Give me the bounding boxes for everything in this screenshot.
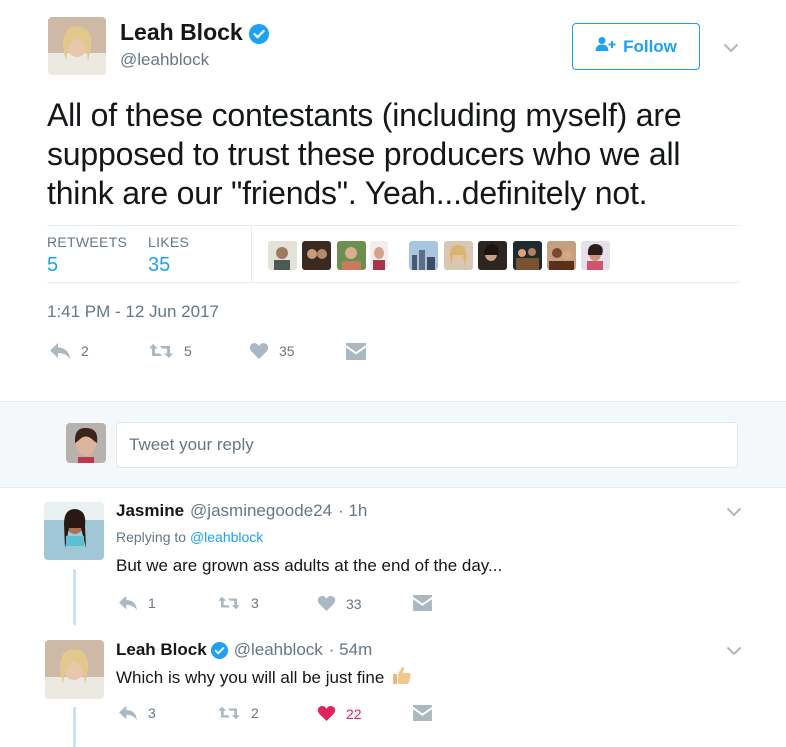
thumbs-up-emoji-icon [392,665,412,690]
reply-menu-chevron-down-icon[interactable] [726,646,742,656]
reply-placeholder: Tweet your reply [129,435,254,454]
liker-avatar[interactable] [302,241,331,270]
replying-to-handle[interactable]: @leahblock [190,529,263,545]
retweets-label: RETWEETS [47,234,128,250]
retweet-count: 2 [251,705,259,721]
reply-time: · 1h [338,501,368,520]
retweets-stat[interactable]: RETWEETS 5 [47,234,127,277]
reply-text: Which is why you will all be just fine [116,667,385,687]
liker-avatar[interactable] [547,241,576,270]
liker-avatar[interactable] [409,241,438,270]
like-action-liked[interactable]: 22 [317,705,362,722]
direct-message-action[interactable] [413,705,432,721]
retweet-count: 3 [251,595,259,611]
direct-message-action[interactable] [413,595,432,611]
reply-author-name: Leah Block [116,640,207,659]
reply-count: 2 [81,343,89,359]
like-action[interactable]: 33 [317,595,362,612]
reply-action[interactable]: 2 [49,342,89,360]
thread-connector-line [73,569,76,625]
replying-to: Replying to @leahblock [116,529,263,545]
liker-avatar[interactable] [370,241,388,270]
heart-filled-icon [317,706,336,722]
tweet-timestamp[interactable]: 1:41 PM - 12 Jun 2017 [47,302,219,322]
add-user-icon [595,36,617,57]
likes-stat[interactable]: LIKES 35 [148,234,189,277]
reply-compose-area: Tweet your reply [0,401,786,488]
verified-badge-icon [248,23,269,44]
direct-message-action[interactable] [346,343,366,360]
liker-avatar[interactable] [444,241,473,270]
reply-action[interactable]: 1 [118,595,156,611]
reply-icon [50,343,70,359]
verified-badge-icon [210,641,228,659]
reply-time: · 54m [328,640,373,659]
heart-icon [317,596,336,612]
reply-author[interactable]: Jasmine @jasminegoode24 · 1h [116,501,367,521]
reply-author-handle: @jasminegoode24 [190,501,333,520]
author-name[interactable]: Leah Block [120,19,269,46]
reply-icon [119,595,137,611]
retweet-action[interactable]: 2 [217,705,259,721]
reply-count: 1 [148,595,156,611]
tweet-stats: RETWEETS 5 LIKES 35 [47,225,739,283]
reply-input[interactable]: Tweet your reply [116,422,738,468]
follow-button[interactable]: Follow [572,23,700,70]
reply-icon [119,705,137,721]
stats-divider [251,226,252,282]
retweet-count: 5 [184,343,192,359]
author-name-text: Leah Block [120,19,243,45]
like-count: 33 [346,595,362,612]
reply-author-avatar[interactable] [44,502,104,560]
like-count: 35 [279,343,295,359]
retweet-icon [149,344,173,358]
liker-avatar[interactable] [581,241,610,270]
reply-count: 3 [148,705,156,721]
current-user-avatar [66,423,106,463]
likes-count: 35 [148,254,171,276]
reply-author-handle: @leahblock [233,640,323,659]
envelope-icon [413,705,432,721]
like-action[interactable]: 35 [249,342,295,360]
retweets-count: 5 [47,254,59,276]
reply-text: But we are grown ass adults at the end o… [116,556,503,575]
tweet-menu-chevron-down-icon[interactable] [723,43,739,53]
liker-avatar[interactable] [478,241,507,270]
liker-avatar[interactable] [337,241,366,270]
likes-label: LIKES [148,234,190,250]
envelope-icon [413,595,432,611]
reply-author-name: Jasmine [116,501,185,520]
reply-author-avatar[interactable] [45,640,104,699]
like-count: 22 [346,705,362,722]
thread-connector-line [73,707,76,747]
liker-avatar[interactable] [268,241,297,270]
reply-action[interactable]: 3 [118,705,156,721]
reply-author[interactable]: Leah Block @leahblock · 54m [116,640,372,660]
retweet-icon [218,596,240,610]
liker-avatar[interactable] [513,241,542,270]
follow-label: Follow [623,36,677,56]
replying-prefix: Replying to [116,529,187,545]
reply-menu-chevron-down-icon[interactable] [726,507,742,517]
retweet-action[interactable]: 5 [148,342,192,360]
reply-text-row: Which is why you will all be just fine [116,665,412,690]
heart-icon [249,343,269,359]
retweet-icon [218,706,240,720]
envelope-icon [346,343,366,360]
tweet-text: All of these contestants (including myse… [47,97,682,211]
author-handle[interactable]: @leahblock [120,50,209,70]
retweet-action[interactable]: 3 [217,595,259,611]
author-avatar[interactable] [48,17,106,75]
